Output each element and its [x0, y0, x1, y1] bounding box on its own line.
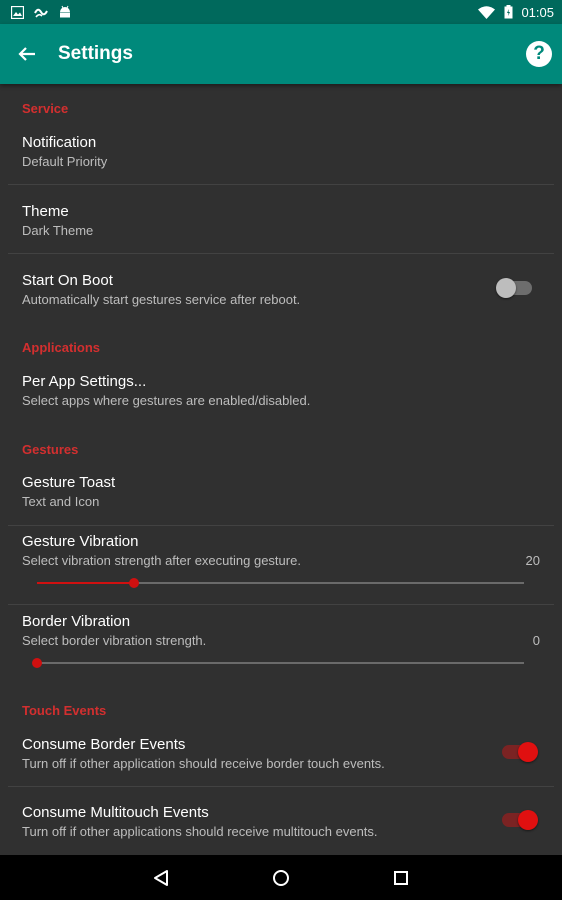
pref-start-on-boot[interactable]: Start On Boot Automatically start gestur… — [0, 261, 562, 321]
pref-gesture-vibration: Gesture Vibration Select vibration stren… — [0, 524, 562, 604]
pref-title: Start On Boot — [22, 272, 113, 289]
status-time: 01:05 — [521, 4, 554, 20]
app-bar: Settings ? — [0, 24, 562, 84]
pref-border-vibration: Border Vibration Select border vibration… — [0, 604, 562, 684]
arrow-back-icon[interactable] — [13, 40, 41, 68]
slider-knob[interactable] — [32, 658, 42, 668]
battery-icon — [501, 5, 515, 19]
consume-multitouch-events-switch[interactable] — [502, 810, 538, 830]
pref-notification[interactable]: Notification Default Priority — [0, 124, 562, 184]
help-icon[interactable]: ? — [526, 41, 552, 67]
pref-title: Notification — [22, 134, 97, 151]
recents-square-icon[interactable] — [390, 867, 412, 889]
divider — [8, 184, 554, 185]
switch-thumb — [518, 742, 538, 762]
navigation-bar — [0, 855, 562, 900]
section-header-applications: Applications — [22, 340, 101, 355]
pref-summary: Text and Icon — [22, 494, 100, 509]
divider — [8, 253, 554, 254]
section-header-touch-events: Touch Events — [22, 703, 107, 718]
slider-value: 20 — [525, 553, 540, 568]
switch-thumb — [518, 810, 538, 830]
pref-title: Theme — [22, 203, 69, 220]
pref-summary: Select vibration strength after executin… — [22, 553, 301, 568]
pref-summary: Default Priority — [22, 154, 108, 169]
pref-consume-multitouch-events[interactable]: Consume Multitouch Events Turn off if ot… — [0, 794, 562, 854]
status-bar: 01:05 — [0, 0, 562, 24]
tasker-icon — [34, 5, 48, 19]
android-icon — [58, 5, 72, 19]
pref-title: Per App Settings... — [22, 373, 147, 390]
back-triangle-icon[interactable] — [150, 867, 172, 889]
status-bar-notifications — [0, 5, 72, 19]
pref-summary: Automatically start gestures service aft… — [22, 292, 301, 307]
image-icon — [10, 5, 24, 19]
pref-title: Border Vibration — [22, 613, 131, 630]
pref-summary: Turn off if other application should rec… — [22, 756, 385, 771]
pref-summary: Turn off if other applications should re… — [22, 824, 378, 839]
section-header-gestures: Gestures — [22, 442, 79, 457]
pref-title: Gesture Vibration — [22, 533, 139, 550]
slider-rail — [37, 662, 524, 664]
switch-thumb — [496, 278, 516, 298]
pref-summary: Dark Theme — [22, 223, 94, 238]
border-vibration-slider[interactable] — [32, 653, 524, 673]
pref-per-app-settings[interactable]: Per App Settings... Select apps where ge… — [0, 363, 562, 423]
wifi-icon — [477, 5, 495, 19]
pref-summary: Select apps where gestures are enabled/d… — [22, 393, 311, 408]
gesture-vibration-slider[interactable] — [37, 573, 524, 593]
start-on-boot-switch[interactable] — [496, 278, 532, 298]
pref-theme[interactable]: Theme Dark Theme — [0, 192, 562, 252]
consume-border-events-switch[interactable] — [502, 742, 538, 762]
pref-gesture-toast[interactable]: Gesture Toast Text and Icon — [0, 465, 562, 525]
slider-value: 0 — [532, 633, 540, 648]
page-title: Settings — [58, 43, 133, 64]
pref-summary: Select border vibration strength. — [22, 633, 207, 648]
pref-title: Consume Border Events — [22, 736, 186, 753]
home-circle-icon[interactable] — [270, 867, 292, 889]
slider-fill — [37, 582, 134, 584]
slider-knob[interactable] — [129, 578, 139, 588]
pref-title: Gesture Toast — [22, 474, 116, 491]
pref-title: Consume Multitouch Events — [22, 804, 209, 821]
pref-consume-border-events[interactable]: Consume Border Events Turn off if other … — [0, 726, 562, 786]
section-header-service: Service — [22, 101, 69, 116]
divider — [8, 786, 554, 787]
